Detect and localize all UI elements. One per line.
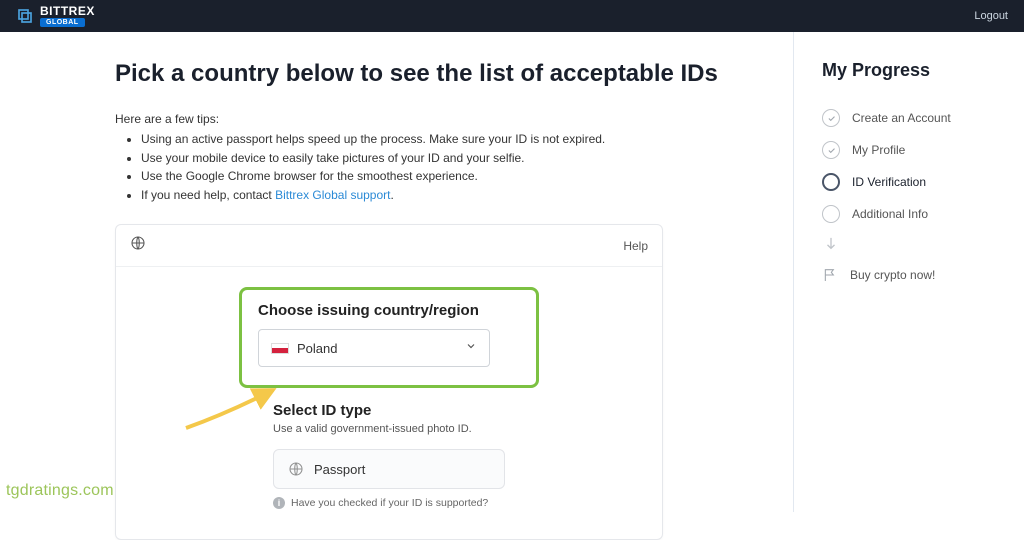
brand-name: BITTREX: [40, 5, 95, 17]
tip-item: If you need help, contact Bittrex Global…: [141, 186, 793, 205]
country-highlight-box: Choose issuing country/region Poland: [239, 287, 539, 388]
passport-option[interactable]: Passport: [273, 449, 505, 489]
step-label: Buy crypto now!: [850, 268, 935, 282]
progress-steps: Create an Account My Profile ID Verifica…: [822, 109, 1004, 223]
select-id-title: Select ID type: [273, 402, 505, 419]
tips-lead: Here are a few tips:: [115, 112, 793, 126]
tip-help-prefix: If you need help, contact: [141, 188, 275, 202]
current-step-icon: [822, 173, 840, 191]
check-icon: [822, 141, 840, 159]
tip-item: Using an active passport helps speed up …: [141, 130, 793, 149]
main-content: Pick a country below to see the list of …: [0, 32, 794, 512]
step-label: My Profile: [852, 143, 905, 157]
step-buy-crypto: Buy crypto now!: [822, 268, 1004, 282]
brand-sub: GLOBAL: [40, 18, 85, 27]
step-create-account: Create an Account: [822, 109, 1004, 127]
id-type-section: Select ID type Use a valid government-is…: [273, 402, 505, 509]
step-label: Additional Info: [852, 207, 928, 221]
tip-item: Use your mobile device to easily take pi…: [141, 149, 793, 168]
country-dropdown[interactable]: Poland: [258, 329, 490, 367]
support-question-row[interactable]: i Have you checked if your ID is support…: [273, 497, 505, 509]
progress-title: My Progress: [822, 60, 1004, 81]
select-id-subtitle: Use a valid government-issued photo ID.: [273, 423, 505, 435]
help-link[interactable]: Help: [623, 239, 648, 253]
verification-card: Help Choose issuing country/region Polan…: [115, 224, 663, 540]
logout-link[interactable]: Logout: [974, 10, 1008, 22]
support-link[interactable]: Bittrex Global support: [275, 188, 390, 202]
card-header: Help: [116, 225, 662, 267]
info-icon: i: [273, 497, 285, 509]
passport-globe-icon: [288, 461, 304, 477]
tip-item: Use the Google Chrome browser for the sm…: [141, 167, 793, 186]
pending-step-icon: [822, 205, 840, 223]
poland-flag-icon: [271, 343, 289, 354]
support-question: Have you checked if your ID is supported…: [291, 497, 488, 509]
passport-label: Passport: [314, 462, 365, 477]
step-label: ID Verification: [852, 175, 926, 189]
flag-icon: [822, 268, 838, 282]
watermark: tgdratings.com: [6, 482, 114, 500]
choose-country-title: Choose issuing country/region: [258, 302, 520, 319]
globe-icon: [130, 235, 146, 256]
check-icon: [822, 109, 840, 127]
step-my-profile: My Profile: [822, 141, 1004, 159]
step-additional-info: Additional Info: [822, 205, 1004, 223]
chevron-down-icon: [465, 339, 477, 357]
arrow-down-icon: [825, 237, 1004, 256]
tips-list: Using an active passport helps speed up …: [115, 130, 793, 204]
step-id-verification: ID Verification: [822, 173, 1004, 191]
country-selected: Poland: [297, 341, 337, 356]
progress-sidebar: My Progress Create an Account My Profile…: [794, 32, 1024, 512]
brand-logo[interactable]: BITTREX GLOBAL: [16, 5, 95, 27]
top-bar: BITTREX GLOBAL Logout: [0, 0, 1024, 32]
brand-icon: [16, 7, 34, 25]
page-title: Pick a country below to see the list of …: [115, 60, 793, 88]
step-label: Create an Account: [852, 111, 951, 125]
